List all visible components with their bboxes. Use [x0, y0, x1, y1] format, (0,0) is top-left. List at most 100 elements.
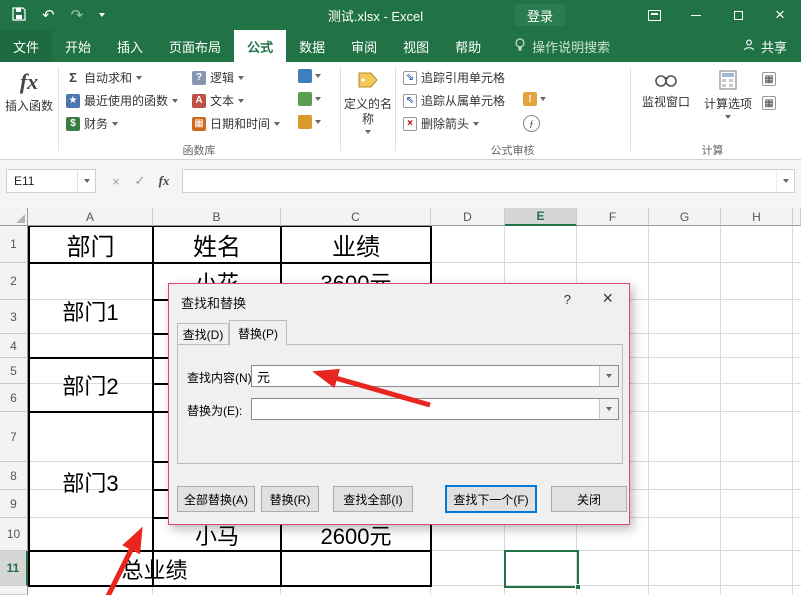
login-button[interactable]: 登录 [515, 4, 565, 26]
row-header-6[interactable]: 6 [0, 384, 28, 412]
autosum-button[interactable]: Σ 自动求和 [66, 67, 142, 88]
row-header-10[interactable]: 10 [0, 518, 28, 551]
financial-label: 财务 [84, 115, 108, 132]
find-all-button[interactable]: 查找全部(I) [333, 486, 413, 512]
remove-arrows-button[interactable]: × 删除箭头 [403, 113, 479, 134]
calculation-options-button[interactable]: 计算选项 [704, 70, 752, 119]
save-icon[interactable] [12, 7, 26, 24]
tab-review[interactable]: 审阅 [338, 30, 390, 62]
lightbulb-icon [514, 38, 526, 55]
dialog-tab-replace[interactable]: 替换(P) [229, 320, 287, 346]
column-header-a[interactable]: A [28, 208, 153, 226]
tell-me-search[interactable]: 操作说明搜索 [508, 30, 616, 62]
column-header-b[interactable]: B [153, 208, 281, 226]
column-header-partial[interactable] [793, 208, 801, 226]
minimize-button[interactable] [675, 0, 717, 30]
row-header-5[interactable]: 5 [0, 358, 28, 384]
column-header-e[interactable]: E [505, 208, 577, 226]
tab-page-layout[interactable]: 页面布局 [156, 30, 234, 62]
tab-formulas[interactable]: 公式 [234, 30, 286, 62]
calculate-now-button[interactable]: ▦ [762, 72, 776, 86]
customize-qat-icon[interactable] [99, 13, 105, 17]
lookup-reference-icon [298, 69, 312, 83]
cell-dept3[interactable]: 部门3 [28, 412, 153, 551]
replace-button[interactable]: 替换(R) [261, 486, 319, 512]
cell-dept2[interactable]: 部门2 [28, 358, 153, 412]
math-trig-button[interactable] [298, 92, 321, 106]
watch-window-button[interactable]: 监视窗口 [638, 70, 694, 110]
error-checking-button[interactable]: ! [523, 92, 546, 106]
insert-function-fx-icon[interactable]: fx [152, 169, 176, 193]
row-header-8[interactable]: 8 [0, 462, 28, 490]
cell-c1[interactable]: 业绩 [281, 226, 431, 263]
autosum-label: 自动求和 [84, 69, 132, 86]
logical-button[interactable]: ? 逻辑 [192, 67, 244, 88]
cell-total[interactable]: 总业绩 [28, 551, 281, 586]
dialog-close-icon[interactable]: × [602, 288, 613, 309]
recent-functions-button[interactable]: ★ 最近使用的函数 [66, 90, 178, 111]
maximize-button[interactable] [717, 0, 759, 30]
select-all-corner[interactable] [0, 208, 28, 226]
replace-all-button[interactable]: 全部替换(A) [177, 486, 255, 512]
name-box-dropdown-icon[interactable] [84, 179, 90, 183]
ribbon-display-options-icon[interactable] [633, 0, 675, 30]
defined-names-button[interactable]: 定义的名称 [343, 70, 393, 134]
insert-function-button[interactable]: fx 插入函数 [5, 68, 53, 114]
row-header-partial[interactable] [0, 586, 28, 595]
cell-dept1[interactable]: 部门1 [28, 263, 153, 358]
column-header-d[interactable]: D [431, 208, 505, 226]
more-functions-button[interactable] [298, 115, 321, 129]
row-header-11[interactable]: 11 [0, 551, 28, 586]
financial-button[interactable]: $ 财务 [66, 113, 118, 134]
cancel-icon[interactable]: × [104, 169, 128, 193]
lookup-reference-button[interactable] [298, 69, 321, 83]
tab-insert[interactable]: 插入 [104, 30, 156, 62]
row-header-7[interactable]: 7 [0, 412, 28, 462]
find-what-input[interactable]: 元 [251, 365, 619, 387]
formula-bar-expand-icon[interactable] [783, 179, 789, 183]
close-dialog-button[interactable]: 关闭 [551, 486, 627, 512]
tab-view[interactable]: 视图 [390, 30, 442, 62]
dialog-help-icon[interactable]: ? [564, 292, 571, 307]
row-header-2[interactable]: 2 [0, 263, 28, 300]
column-header-f[interactable]: F [577, 208, 649, 226]
recent-functions-label: 最近使用的函数 [84, 92, 168, 109]
replace-with-input[interactable] [251, 398, 619, 420]
evaluate-formula-button[interactable]: ƒ [523, 115, 540, 132]
calculate-sheet-button[interactable]: ▦ [762, 96, 776, 110]
dialog-tab-find[interactable]: 查找(D) [177, 323, 229, 345]
row-header-4[interactable]: 4 [0, 334, 28, 358]
find-what-dropdown-icon[interactable] [599, 366, 618, 386]
formula-input[interactable] [182, 169, 795, 193]
binoculars-icon [654, 70, 678, 92]
row-header-9[interactable]: 9 [0, 490, 28, 518]
name-box[interactable]: E11 [6, 169, 96, 193]
redo-icon[interactable]: ↷ [71, 8, 84, 23]
close-button[interactable]: × [759, 0, 801, 30]
row-header-1[interactable]: 1 [0, 226, 28, 263]
column-header-g[interactable]: G [649, 208, 721, 226]
trace-dependents-button[interactable]: ⇖ 追踪从属单元格 [403, 90, 505, 111]
share-button[interactable]: 共享 [729, 30, 801, 62]
calculate-sheet-icon: ▦ [762, 96, 776, 110]
column-header-h[interactable]: H [721, 208, 793, 226]
tab-data[interactable]: 数据 [286, 30, 338, 62]
datetime-label: 日期和时间 [210, 115, 270, 132]
tab-file[interactable]: 文件 [0, 30, 52, 62]
cell-b1[interactable]: 姓名 [153, 226, 281, 263]
datetime-button[interactable]: ▦ 日期和时间 [192, 113, 280, 134]
tab-home[interactable]: 开始 [52, 30, 104, 62]
remove-arrows-icon: × [403, 117, 417, 131]
replace-with-dropdown-icon[interactable] [599, 399, 618, 419]
enter-icon[interactable]: ✓ [128, 169, 152, 193]
tab-help[interactable]: 帮助 [442, 30, 494, 62]
text-button[interactable]: A 文本 [192, 90, 244, 111]
undo-icon[interactable]: ↶ [42, 8, 55, 23]
column-header-c[interactable]: C [281, 208, 431, 226]
fill-handle[interactable] [575, 584, 581, 590]
row-header-3[interactable]: 3 [0, 300, 28, 334]
selected-cell-e11[interactable] [504, 550, 579, 588]
trace-precedents-button[interactable]: ⇘ 追踪引用单元格 [403, 67, 505, 88]
cell-a1[interactable]: 部门 [28, 226, 153, 263]
find-next-button[interactable]: 查找下一个(F) [445, 485, 537, 513]
